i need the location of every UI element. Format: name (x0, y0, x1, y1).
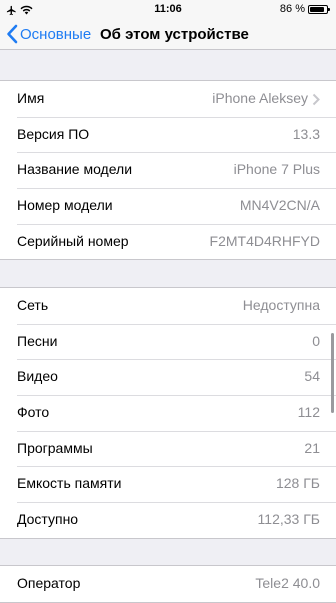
battery-percent: 86 % (279, 3, 305, 15)
list-item: Емкость памяти 128 ГБ (0, 466, 336, 502)
row-value: iPhone 7 Plus (233, 161, 320, 178)
row-value: Недоступна (242, 297, 320, 313)
list-item: Номер модели MN4V2CN/A (0, 188, 336, 224)
list-item: Фото 112 (0, 395, 336, 431)
chevron-right-icon (312, 93, 320, 106)
row-label: Доступно (17, 511, 79, 528)
row-label: Песни (17, 332, 58, 349)
list-item: Песни 0 (0, 323, 336, 360)
chevron-left-icon (7, 24, 18, 44)
row-label: Имя (17, 90, 45, 106)
scrollbar[interactable] (331, 333, 334, 413)
row-label: Серийный номер (17, 232, 129, 249)
carrier-group: Оператор Tele2 40.0 (0, 565, 336, 603)
row-label: Название модели (17, 161, 133, 178)
list-item: Серийный номер F2MT4D4RHFYD (0, 223, 336, 260)
row-value: F2MT4D4RHFYD (209, 232, 320, 249)
back-button-label: Основные (20, 25, 92, 43)
row-value: iPhone Aleksey (212, 90, 308, 106)
status-right: 86 % (279, 3, 330, 15)
battery-icon (308, 4, 330, 14)
back-button[interactable]: Основные (6, 23, 91, 45)
list-item: Название модели iPhone 7 Plus (0, 152, 336, 188)
navigation-bar: Основные Об этом устройстве (0, 20, 336, 50)
row-label: Сеть (17, 297, 49, 313)
row-value: 128 ГБ (275, 475, 320, 492)
row-value: 112 (297, 404, 320, 421)
row-label: Оператор (17, 575, 81, 591)
media-stats-group: Сеть Недоступна Песни 0 Видео 54 Фото 112 Програ… (0, 287, 336, 539)
row-label: Версия ПО (17, 125, 90, 142)
list-item: Версия ПО 13.3 (0, 116, 336, 153)
list-item: Сеть Недоступна (0, 288, 336, 324)
list-item[interactable]: Имя iPhone Aleksey (0, 81, 336, 117)
row-value: 112,33 ГБ (257, 511, 320, 528)
list-item: Видео 54 (0, 359, 336, 395)
list-item: Оператор Tele2 40.0 (0, 566, 336, 602)
row-value: 21 (304, 439, 320, 456)
row-label: Видео (17, 368, 58, 385)
row-value: MN4V2CN/A (239, 197, 320, 214)
page-title: Об этом устройстве (100, 26, 249, 43)
row-value: 13.3 (292, 125, 320, 142)
list-item: Доступно 112,33 ГБ (0, 502, 336, 538)
device-info-group: Имя iPhone Aleksey Версия ПО 13.3 Название м… (0, 80, 336, 261)
row-label: Программы (17, 439, 93, 456)
row-value: 0 (312, 332, 320, 349)
row-value: Tele2 40.0 (255, 575, 320, 591)
row-value: 54 (304, 368, 320, 385)
row-label: Номер модели (17, 197, 113, 214)
status-bar: 11:06 86 % (0, 0, 336, 20)
row-label: Емкость памяти (17, 475, 122, 492)
row-label: Фото (17, 404, 50, 421)
battery-fill (310, 6, 324, 12)
list-item: Программы 21 (0, 430, 336, 467)
